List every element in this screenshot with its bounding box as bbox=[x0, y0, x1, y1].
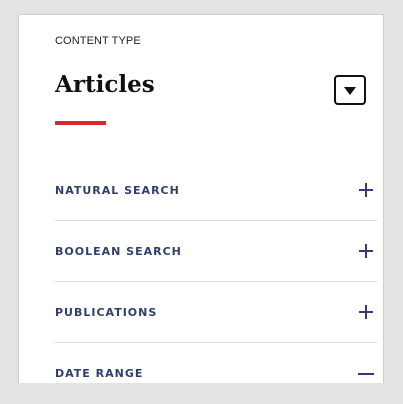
filter-list: NATURAL SEARCH BOOLEAN SEARCH PUBLICATIO… bbox=[55, 160, 377, 404]
plus-icon[interactable] bbox=[359, 305, 373, 319]
filter-row-boolean-search[interactable]: BOOLEAN SEARCH bbox=[55, 221, 377, 282]
filter-label: BOOLEAN SEARCH bbox=[55, 244, 182, 258]
content-type-title: Articles bbox=[55, 71, 155, 98]
minus-icon[interactable] bbox=[358, 367, 374, 381]
plus-icon[interactable] bbox=[359, 183, 373, 197]
content-type-label: CONTENT TYPE bbox=[55, 35, 141, 47]
plus-icon[interactable] bbox=[359, 244, 373, 258]
filter-label: NATURAL SEARCH bbox=[55, 183, 180, 197]
filter-row-natural-search[interactable]: NATURAL SEARCH bbox=[55, 160, 377, 221]
caret-down-icon bbox=[344, 87, 356, 95]
filter-row-publications[interactable]: PUBLICATIONS bbox=[55, 282, 377, 343]
title-underline bbox=[55, 121, 106, 125]
filter-label: DATE RANGE bbox=[55, 367, 144, 380]
content-type-dropdown-button[interactable] bbox=[334, 75, 366, 105]
filter-label: PUBLICATIONS bbox=[55, 305, 158, 319]
filter-row-date-range[interactable]: DATE RANGE bbox=[55, 343, 377, 404]
filter-panel: CONTENT TYPE Articles NATURAL SEARCH BOO… bbox=[18, 14, 384, 383]
